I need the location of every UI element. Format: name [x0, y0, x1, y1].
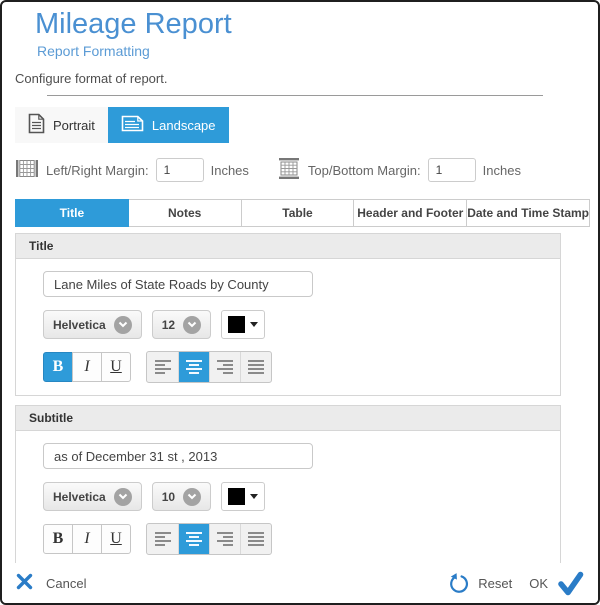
- left-right-margin-unit: Inches: [211, 163, 249, 178]
- title-underline-button[interactable]: U: [101, 352, 131, 382]
- title-font-family-value: Helvetica: [53, 318, 106, 332]
- landscape-button[interactable]: Landscape: [108, 107, 229, 143]
- title-font-color-picker[interactable]: [221, 310, 265, 339]
- title-align-left-button[interactable]: [147, 352, 178, 382]
- caret-down-icon: [250, 322, 258, 327]
- tab-notes[interactable]: Notes: [129, 199, 242, 227]
- header-divider: [47, 95, 543, 96]
- title-text-input[interactable]: [43, 271, 313, 297]
- tab-date-and-time-stamp[interactable]: Date and Time Stamp: [467, 199, 590, 227]
- color-swatch-black: [228, 488, 245, 505]
- chevron-down-icon: [114, 316, 132, 334]
- cancel-x-icon: [16, 573, 33, 593]
- ok-check-icon[interactable]: [557, 571, 584, 596]
- subtitle-align-justify-button[interactable]: [240, 524, 271, 554]
- subtitle-bold-button[interactable]: B: [43, 524, 73, 554]
- page-title: Mileage Report: [35, 8, 598, 41]
- title-style-group: B I U: [43, 352, 131, 382]
- title-align-right-button[interactable]: [209, 352, 240, 382]
- chevron-down-icon: [114, 488, 132, 506]
- portrait-label: Portrait: [53, 118, 95, 133]
- chevron-down-icon: [183, 488, 201, 506]
- align-center-icon: [186, 532, 202, 546]
- portrait-button[interactable]: Portrait: [15, 107, 108, 143]
- reset-icon[interactable]: [448, 573, 469, 594]
- orientation-toggle: Portrait Landscape: [15, 107, 229, 143]
- report-formatting-dialog: Mileage Report Report Formatting Configu…: [0, 0, 600, 605]
- tab-title[interactable]: Title: [15, 199, 129, 227]
- tab-header-and-footer[interactable]: Header and Footer: [354, 199, 467, 227]
- title-align-justify-button[interactable]: [240, 352, 271, 382]
- landscape-document-icon: [121, 115, 144, 135]
- tab-table[interactable]: Table: [242, 199, 355, 227]
- subtitle-panel: Subtitle Helvetica 10: [15, 405, 561, 568]
- subtitle-style-group: B I U: [43, 524, 131, 554]
- title-panel-heading: Title: [16, 234, 560, 259]
- title-italic-button[interactable]: I: [72, 352, 102, 382]
- cancel-button[interactable]: Cancel: [16, 573, 86, 593]
- subtitle-align-center-button[interactable]: [178, 524, 209, 554]
- top-bottom-margin-unit: Inches: [483, 163, 521, 178]
- title-panel: Title Helvetica 12: [15, 233, 561, 396]
- title-font-size-value: 12: [162, 318, 175, 332]
- subtitle-align-right-button[interactable]: [209, 524, 240, 554]
- left-right-margin-input[interactable]: [156, 158, 204, 182]
- subtitle-font-size-dropdown[interactable]: 10: [152, 482, 211, 511]
- subtitle-panel-heading: Subtitle: [16, 406, 560, 431]
- description-text: Configure format of report.: [15, 71, 598, 86]
- section-tabbar: Title Notes Table Header and Footer Date…: [15, 199, 590, 227]
- portrait-document-icon: [28, 113, 45, 137]
- subtitle-font-color-picker[interactable]: [221, 482, 265, 511]
- align-right-icon: [217, 360, 233, 374]
- subtitle-align-left-button[interactable]: [147, 524, 178, 554]
- subtitle-font-family-dropdown[interactable]: Helvetica: [43, 482, 142, 511]
- left-right-margin-label: Left/Right Margin:: [46, 163, 149, 178]
- subtitle-align-group: [146, 523, 272, 555]
- subtitle-text-input[interactable]: [43, 443, 313, 469]
- title-bold-button[interactable]: B: [43, 352, 73, 382]
- align-justify-icon: [248, 532, 264, 546]
- footer-actions: Reset OK: [448, 571, 584, 596]
- top-bottom-margin-icon: [277, 157, 301, 183]
- cancel-label: Cancel: [46, 576, 86, 591]
- ok-label[interactable]: OK: [529, 576, 548, 591]
- top-bottom-margin-group: Top/Bottom Margin: Inches: [277, 157, 521, 183]
- align-justify-icon: [248, 360, 264, 374]
- reset-label[interactable]: Reset: [478, 576, 512, 591]
- title-align-group: [146, 351, 272, 383]
- caret-down-icon: [250, 494, 258, 499]
- align-left-icon: [155, 532, 171, 546]
- color-swatch-black: [228, 316, 245, 333]
- align-right-icon: [217, 532, 233, 546]
- landscape-label: Landscape: [152, 118, 216, 133]
- margins-row: Left/Right Margin: Inches Top/Bottom Mar…: [15, 157, 598, 183]
- chevron-down-icon: [183, 316, 201, 334]
- dialog-footer: Cancel Reset OK: [2, 563, 598, 603]
- subtitle-font-size-value: 10: [162, 490, 175, 504]
- align-left-icon: [155, 360, 171, 374]
- left-right-margin-group: Left/Right Margin: Inches: [15, 157, 249, 183]
- subtitle-underline-button[interactable]: U: [101, 524, 131, 554]
- top-bottom-margin-input[interactable]: [428, 158, 476, 182]
- top-bottom-margin-label: Top/Bottom Margin:: [308, 163, 421, 178]
- align-center-icon: [186, 360, 202, 374]
- title-align-center-button[interactable]: [178, 352, 209, 382]
- left-right-margin-icon: [15, 157, 39, 183]
- title-font-size-dropdown[interactable]: 12: [152, 310, 211, 339]
- subtitle-italic-button[interactable]: I: [72, 524, 102, 554]
- subtitle-font-family-value: Helvetica: [53, 490, 106, 504]
- title-font-family-dropdown[interactable]: Helvetica: [43, 310, 142, 339]
- page-subtitle: Report Formatting: [37, 43, 598, 59]
